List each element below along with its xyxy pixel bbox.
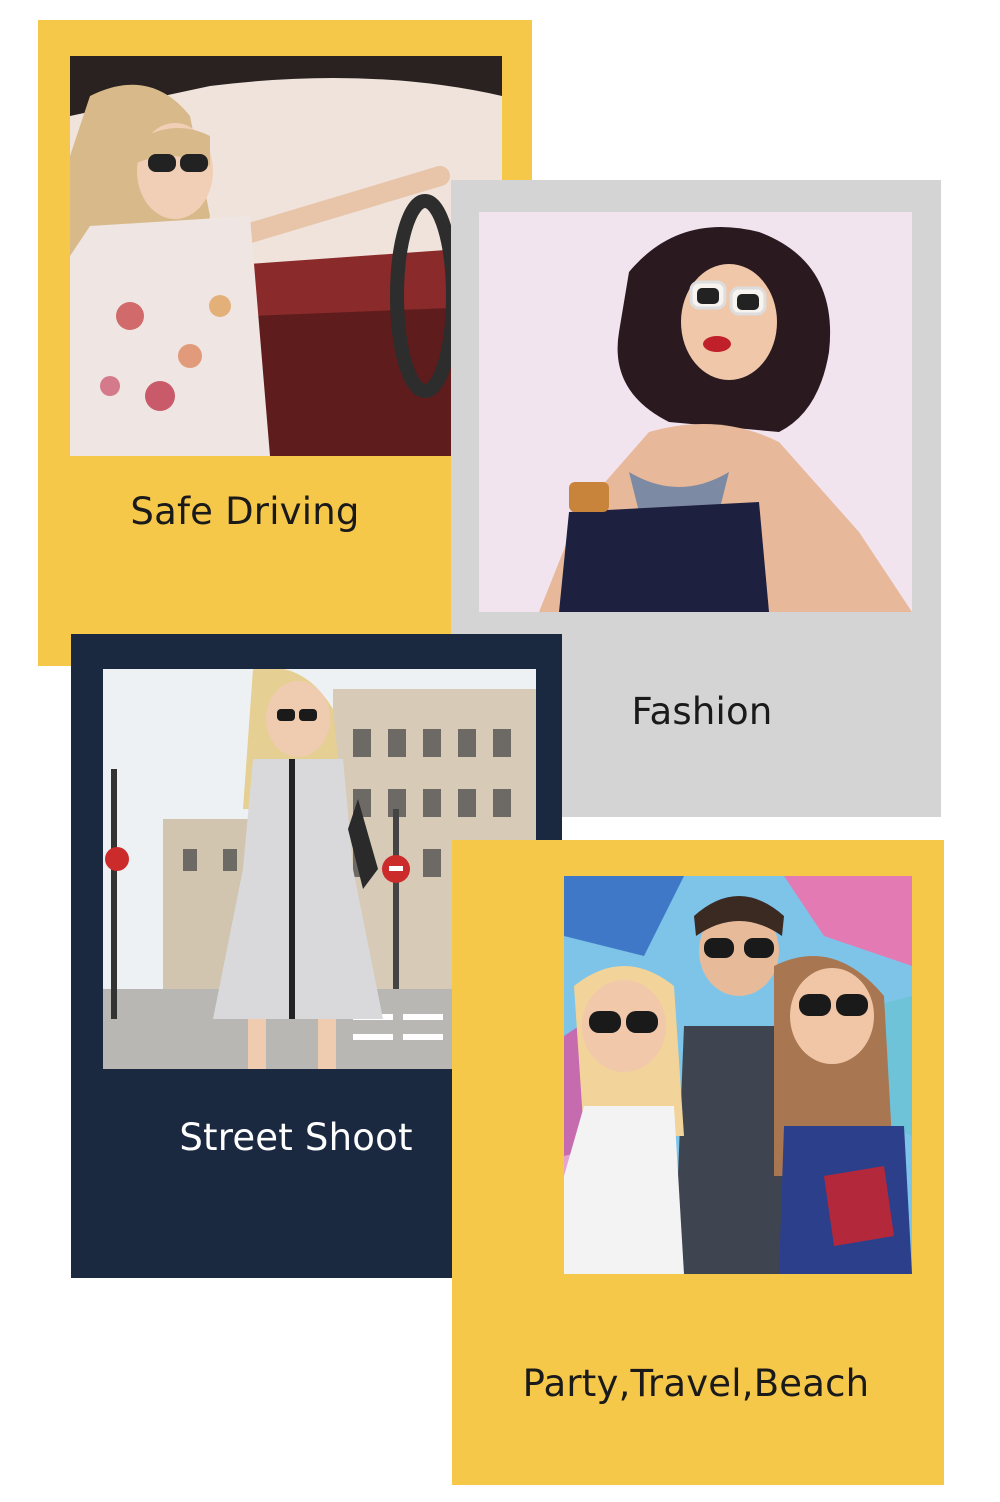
card-party-travel-beach: Party,Travel,Beach	[452, 840, 944, 1485]
photo-friends-party	[564, 876, 912, 1274]
card-label: Safe Driving	[130, 490, 360, 533]
photo-woman-driving	[70, 56, 502, 456]
card-label: Party,Travel,Beach	[522, 1362, 870, 1405]
photo-woman-fashion	[479, 212, 912, 612]
